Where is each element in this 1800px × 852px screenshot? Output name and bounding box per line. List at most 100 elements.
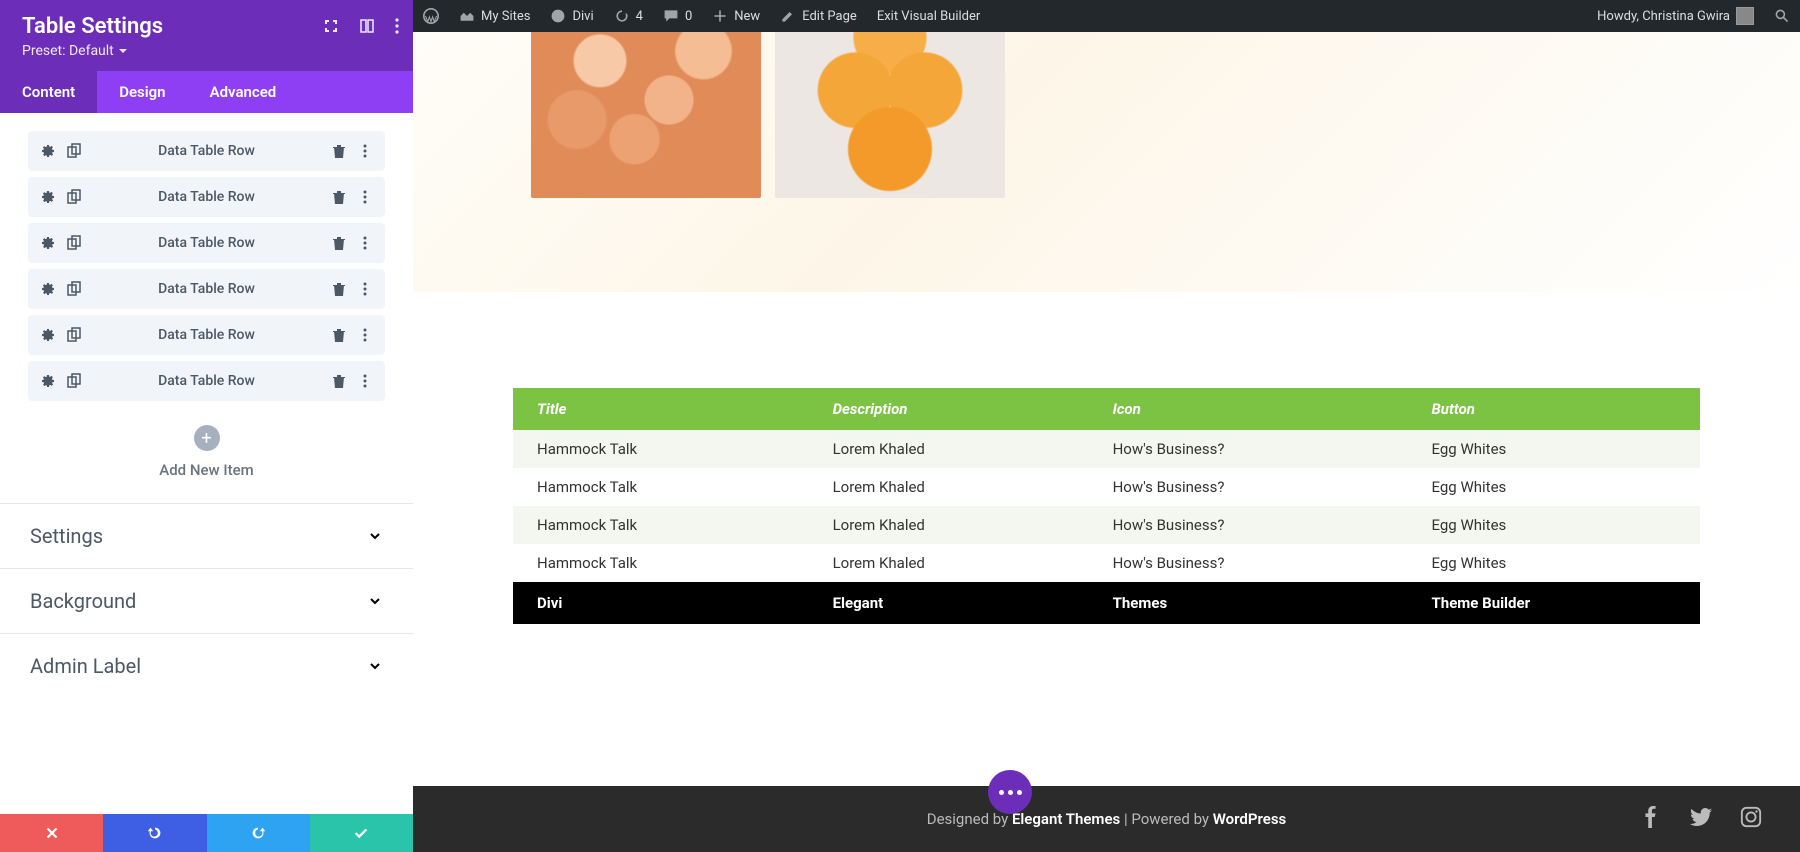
row-item[interactable]: Data Table Row xyxy=(28,361,385,401)
undo-button[interactable] xyxy=(103,814,206,852)
panel-body: Data Table Row Data Table Row Data Table R… xyxy=(0,113,413,814)
instagram-icon[interactable] xyxy=(1740,806,1762,832)
save-button[interactable] xyxy=(310,814,413,852)
row-item[interactable]: Data Table Row xyxy=(28,223,385,263)
hero-section xyxy=(413,32,1800,292)
tab-content[interactable]: Content xyxy=(0,71,97,113)
row-label: Data Table Row xyxy=(82,235,331,251)
updates[interactable]: 4 xyxy=(604,0,653,32)
expand-icon[interactable] xyxy=(323,18,339,38)
section-toggle[interactable]: Settings xyxy=(0,503,413,568)
duplicate-icon[interactable] xyxy=(66,143,82,159)
more-icon[interactable] xyxy=(357,327,373,343)
updates-count: 4 xyxy=(636,9,643,24)
comments[interactable]: 0 xyxy=(653,0,702,32)
section-toggle[interactable]: Admin Label xyxy=(0,633,413,698)
chevron-down-icon xyxy=(367,528,383,544)
more-icon[interactable] xyxy=(357,189,373,205)
duplicate-icon[interactable] xyxy=(66,189,82,205)
more-icon[interactable] xyxy=(357,373,373,389)
table-cell: Lorem Khaled xyxy=(809,506,1089,544)
row-label: Data Table Row xyxy=(82,327,331,343)
gear-icon[interactable] xyxy=(40,327,56,343)
more-icon[interactable] xyxy=(357,281,373,297)
row-item[interactable]: Data Table Row xyxy=(28,131,385,171)
gear-icon[interactable] xyxy=(40,235,56,251)
footer-credits: Designed by Elegant Themes | Powered by … xyxy=(927,810,1287,828)
divi-fab-button[interactable] xyxy=(988,770,1032,814)
duplicate-icon[interactable] xyxy=(66,281,82,297)
row-item[interactable]: Data Table Row xyxy=(28,269,385,309)
section-title: Background xyxy=(30,589,136,613)
trash-icon[interactable] xyxy=(331,327,347,343)
edit-page-label: Edit Page xyxy=(802,9,857,24)
more-icon[interactable] xyxy=(395,18,399,38)
site-name: Divi xyxy=(572,9,593,24)
duplicate-icon[interactable] xyxy=(66,373,82,389)
trash-icon[interactable] xyxy=(331,235,347,251)
facebook-icon[interactable] xyxy=(1640,806,1662,832)
panel-actions xyxy=(0,814,413,852)
wp-logo[interactable] xyxy=(413,0,449,32)
new-content[interactable]: New xyxy=(702,0,770,32)
table-cell: How's Business? xyxy=(1089,430,1408,468)
section-toggle[interactable]: Background xyxy=(0,568,413,633)
exit-visual-builder[interactable]: Exit Visual Builder xyxy=(867,0,990,32)
row-label: Data Table Row xyxy=(82,373,331,389)
twitter-icon[interactable] xyxy=(1690,806,1712,832)
table-cell: How's Business? xyxy=(1089,468,1408,506)
panel-tabs: Content Design Advanced xyxy=(0,71,413,113)
edit-page[interactable]: Edit Page xyxy=(770,0,867,32)
row-item[interactable]: Data Table Row xyxy=(28,315,385,355)
table-header: Button xyxy=(1408,388,1701,430)
footer-brand-link[interactable]: Elegant Themes xyxy=(1012,810,1120,828)
table-cell: Egg Whites xyxy=(1408,544,1701,582)
row-item[interactable]: Data Table Row xyxy=(28,177,385,217)
duplicate-icon[interactable] xyxy=(66,327,82,343)
site-switcher[interactable]: Divi xyxy=(540,0,603,32)
search-toggle[interactable] xyxy=(1764,0,1800,32)
table-cell: Lorem Khaled xyxy=(809,468,1089,506)
trash-icon[interactable] xyxy=(331,373,347,389)
panel-header: Table Settings Preset: Default xyxy=(0,0,413,71)
duplicate-icon[interactable] xyxy=(66,235,82,251)
table-cell: Hammock Talk xyxy=(513,468,809,506)
new-label: New xyxy=(734,9,760,24)
user-greeting[interactable]: Howdy, Christina Gwira xyxy=(1587,0,1764,32)
table-cell: Hammock Talk xyxy=(513,430,809,468)
trash-icon[interactable] xyxy=(331,189,347,205)
site-footer: Designed by Elegant Themes | Powered by … xyxy=(413,786,1800,852)
row-label: Data Table Row xyxy=(82,189,331,205)
table-cell: Egg Whites xyxy=(1408,468,1701,506)
data-table: TitleDescriptionIconButton Hammock TalkL… xyxy=(513,388,1700,624)
chevron-down-icon xyxy=(367,658,383,674)
trash-icon[interactable] xyxy=(331,281,347,297)
hero-image-peaches xyxy=(531,32,761,198)
add-item-button[interactable]: + xyxy=(194,425,220,451)
section-title: Admin Label xyxy=(30,654,141,678)
gear-icon[interactable] xyxy=(40,281,56,297)
more-icon[interactable] xyxy=(357,143,373,159)
table-row: Hammock TalkLorem KhaledHow's Business?E… xyxy=(513,506,1700,544)
gear-icon[interactable] xyxy=(40,189,56,205)
redo-button[interactable] xyxy=(207,814,310,852)
trash-icon[interactable] xyxy=(331,143,347,159)
table-header: Description xyxy=(809,388,1089,430)
preset-dropdown[interactable]: Preset: Default xyxy=(22,43,391,59)
tab-design[interactable]: Design xyxy=(97,71,187,113)
more-icon[interactable] xyxy=(357,235,373,251)
tab-advanced[interactable]: Advanced xyxy=(188,71,299,113)
table-cell: Hammock Talk xyxy=(513,506,809,544)
gear-icon[interactable] xyxy=(40,143,56,159)
table-header: Title xyxy=(513,388,809,430)
my-sites[interactable]: My Sites xyxy=(449,0,540,32)
table-cell: Hammock Talk xyxy=(513,544,809,582)
table-cell: Lorem Khaled xyxy=(809,544,1089,582)
table-header: Icon xyxy=(1089,388,1408,430)
columns-icon[interactable] xyxy=(359,18,375,38)
discard-button[interactable] xyxy=(0,814,103,852)
gear-icon[interactable] xyxy=(40,373,56,389)
footer-wordpress-link[interactable]: WordPress xyxy=(1213,810,1287,828)
table-footer-cell: Themes xyxy=(1089,582,1408,624)
wp-admin-bar: My Sites Divi 4 0 New Edit Page Exit Vis… xyxy=(413,0,1800,32)
